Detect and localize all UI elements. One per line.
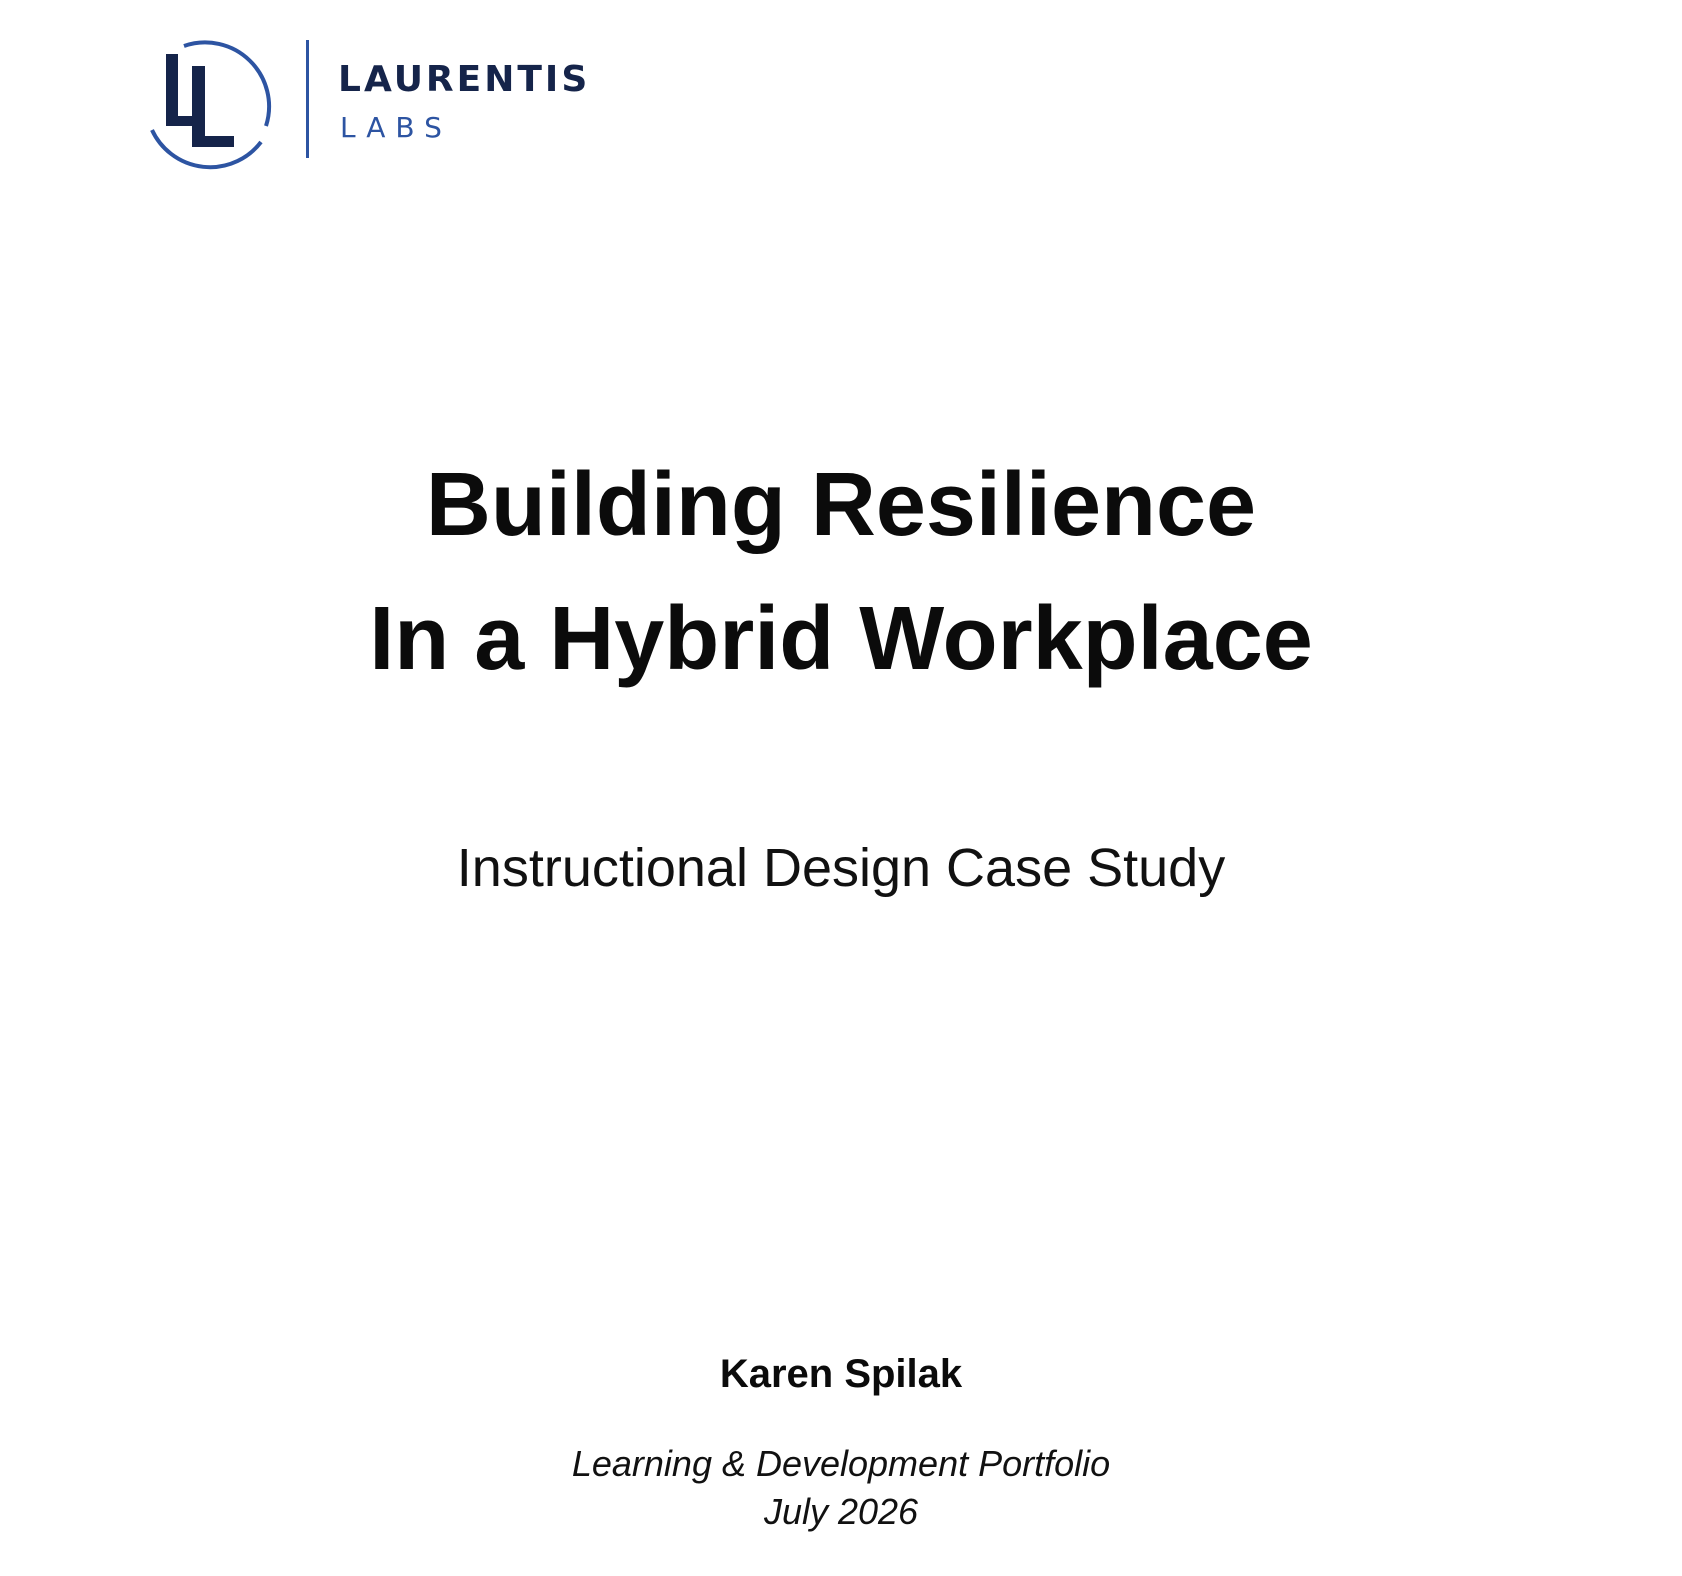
logo-divider [306, 40, 309, 158]
ll-monogram-icon [150, 40, 272, 170]
author-name: Karen Spilak [719, 1352, 963, 1396]
document-title: Building Resilience In a Hybrid Workplac… [0, 438, 1682, 706]
company-logo: LAURENTIS LABS [144, 26, 624, 171]
document-subtitle: Instructional Design Case Study [456, 838, 1226, 898]
document-date: July 2026 [763, 1491, 919, 1532]
logo-subtitle: LABS [340, 111, 452, 144]
title-line-1: Building Resilience [425, 455, 1257, 555]
logo-wordmark: LAURENTIS [338, 59, 591, 100]
portfolio-label: Learning & Development Portfolio [571, 1443, 1111, 1484]
title-line-2: In a Hybrid Workplace [369, 589, 1313, 689]
